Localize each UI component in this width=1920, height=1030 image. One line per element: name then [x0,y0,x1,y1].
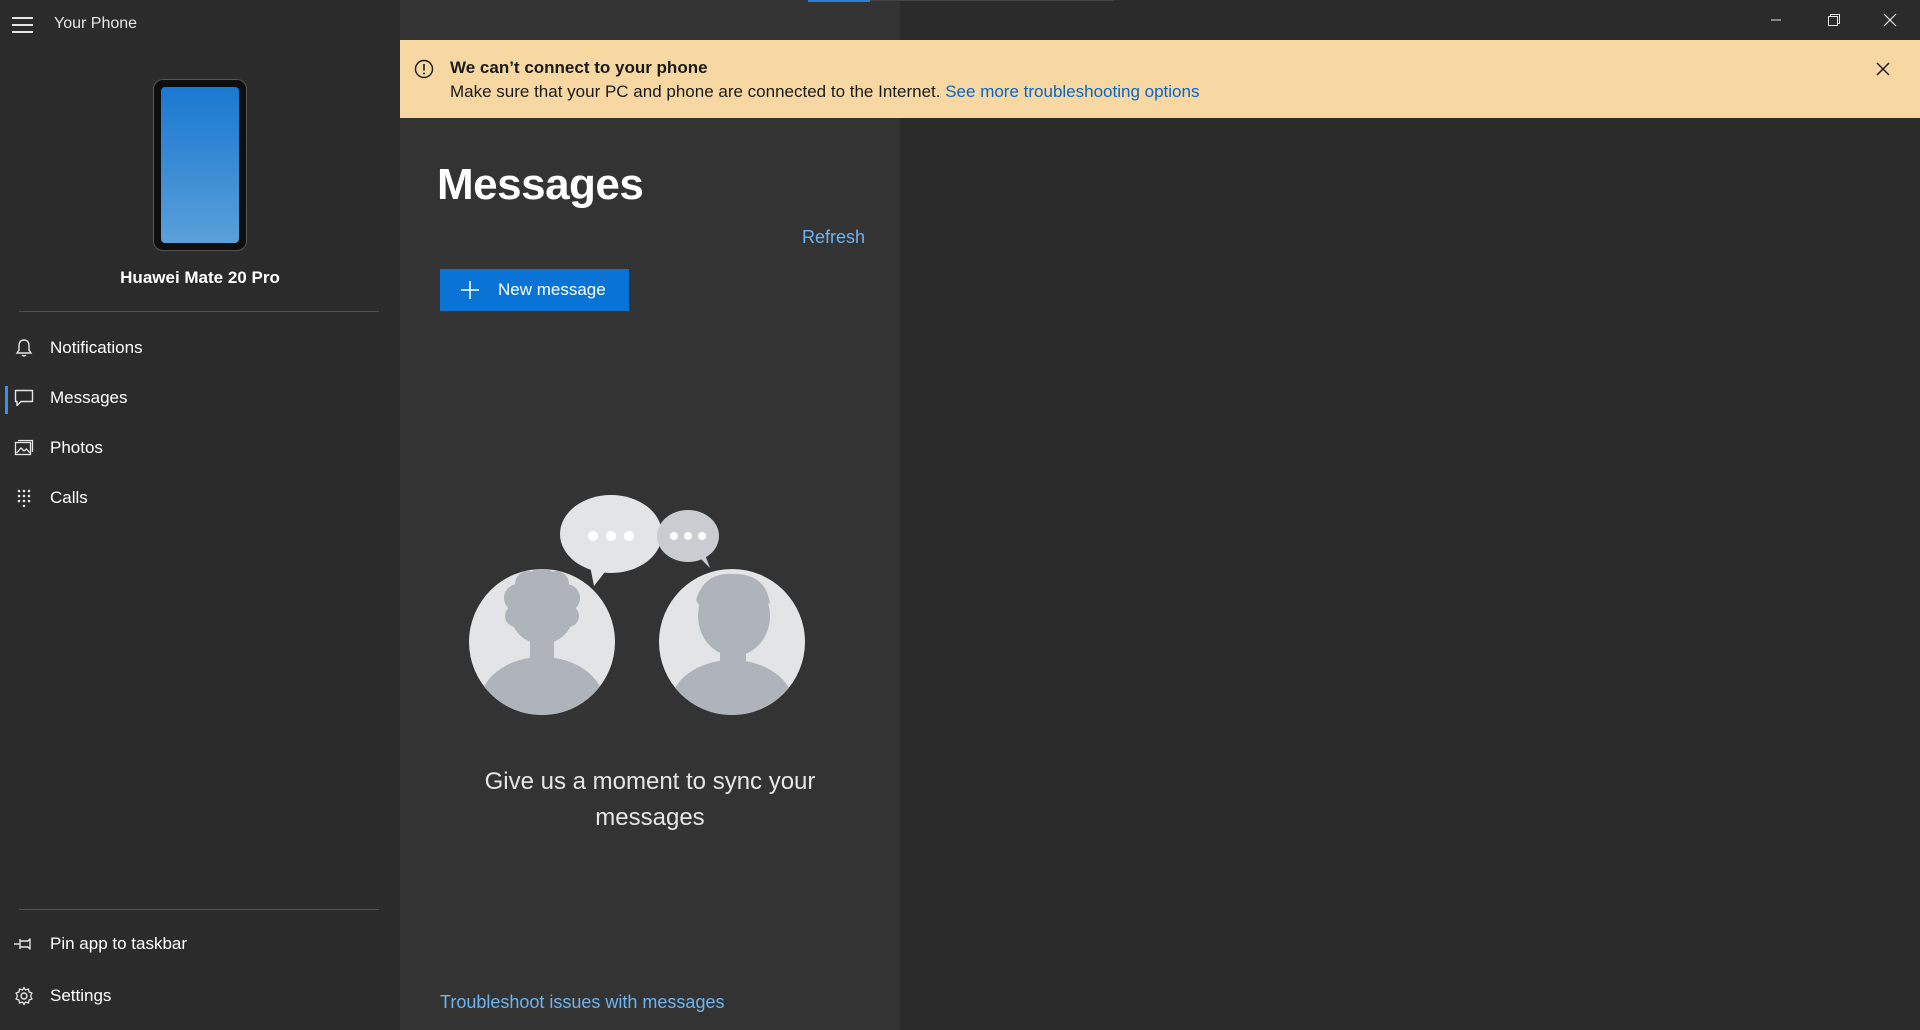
new-message-label: New message [498,280,606,299]
active-indicator [5,386,8,414]
info-circle-icon [414,59,434,79]
title-accent-line [870,0,1114,1]
pin-icon [13,933,35,955]
page-title: Messages [437,160,644,209]
sidebar-divider [19,311,379,312]
sidebar-item-messages[interactable]: Messages [0,376,400,420]
pin-to-taskbar-label: Pin app to taskbar [50,934,188,953]
pin-to-taskbar-button[interactable]: Pin app to taskbar [0,922,400,966]
banner-message: Make sure that your PC and phone are con… [450,82,1199,102]
bell-icon [13,337,35,359]
minimize-button[interactable] [1748,0,1804,40]
sidebar: Your Phone Huawei Mate 20 Pro Notificati… [0,0,400,1030]
app-title: Your Phone [54,15,138,32]
sidebar-item-label: Messages [50,388,128,407]
minimize-icon [1771,19,1781,21]
refresh-link[interactable]: Refresh [802,227,865,248]
close-button[interactable] [1862,0,1918,40]
chat-bubble-icon [13,387,35,409]
troubleshoot-link[interactable]: Troubleshoot issues with messages [440,992,724,1013]
sidebar-divider [19,909,379,910]
close-icon[interactable] [1872,58,1894,80]
banner-title: We can’t connect to your phone [450,58,708,77]
troubleshooting-options-link[interactable]: See more troubleshooting options [945,82,1199,101]
sidebar-item-label: Notifications [50,338,143,357]
device-name: Huawei Mate 20 Pro [120,268,280,287]
title-accent-bar [808,0,870,2]
sync-messages-illustration [469,495,805,715]
banner-message-text: Make sure that your PC and phone are con… [450,82,941,101]
sidebar-item-label: Calls [50,488,88,507]
phone-image [154,80,246,250]
connection-warning-banner: We can’t connect to your phone Make sure… [400,40,1920,118]
gear-icon [13,985,35,1007]
hamburger-menu-icon[interactable] [12,14,38,36]
sidebar-item-label: Photos [50,438,103,457]
plus-icon [461,281,479,299]
settings-label: Settings [50,986,112,1005]
settings-button[interactable]: Settings [0,974,400,1018]
photos-icon [13,437,35,459]
dialpad-icon [13,487,35,509]
sidebar-item-calls[interactable]: Calls [0,476,400,520]
conversation-pane [900,0,1920,1030]
restore-button[interactable] [1806,0,1862,40]
restore-icon [1828,14,1840,26]
sidebar-item-photos[interactable]: Photos [0,426,400,470]
new-message-button[interactable]: New message [440,269,629,311]
sidebar-item-notifications[interactable]: Notifications [0,326,400,370]
close-icon [1883,13,1897,27]
sync-status-text: Give us a moment to sync your messages [484,768,816,831]
